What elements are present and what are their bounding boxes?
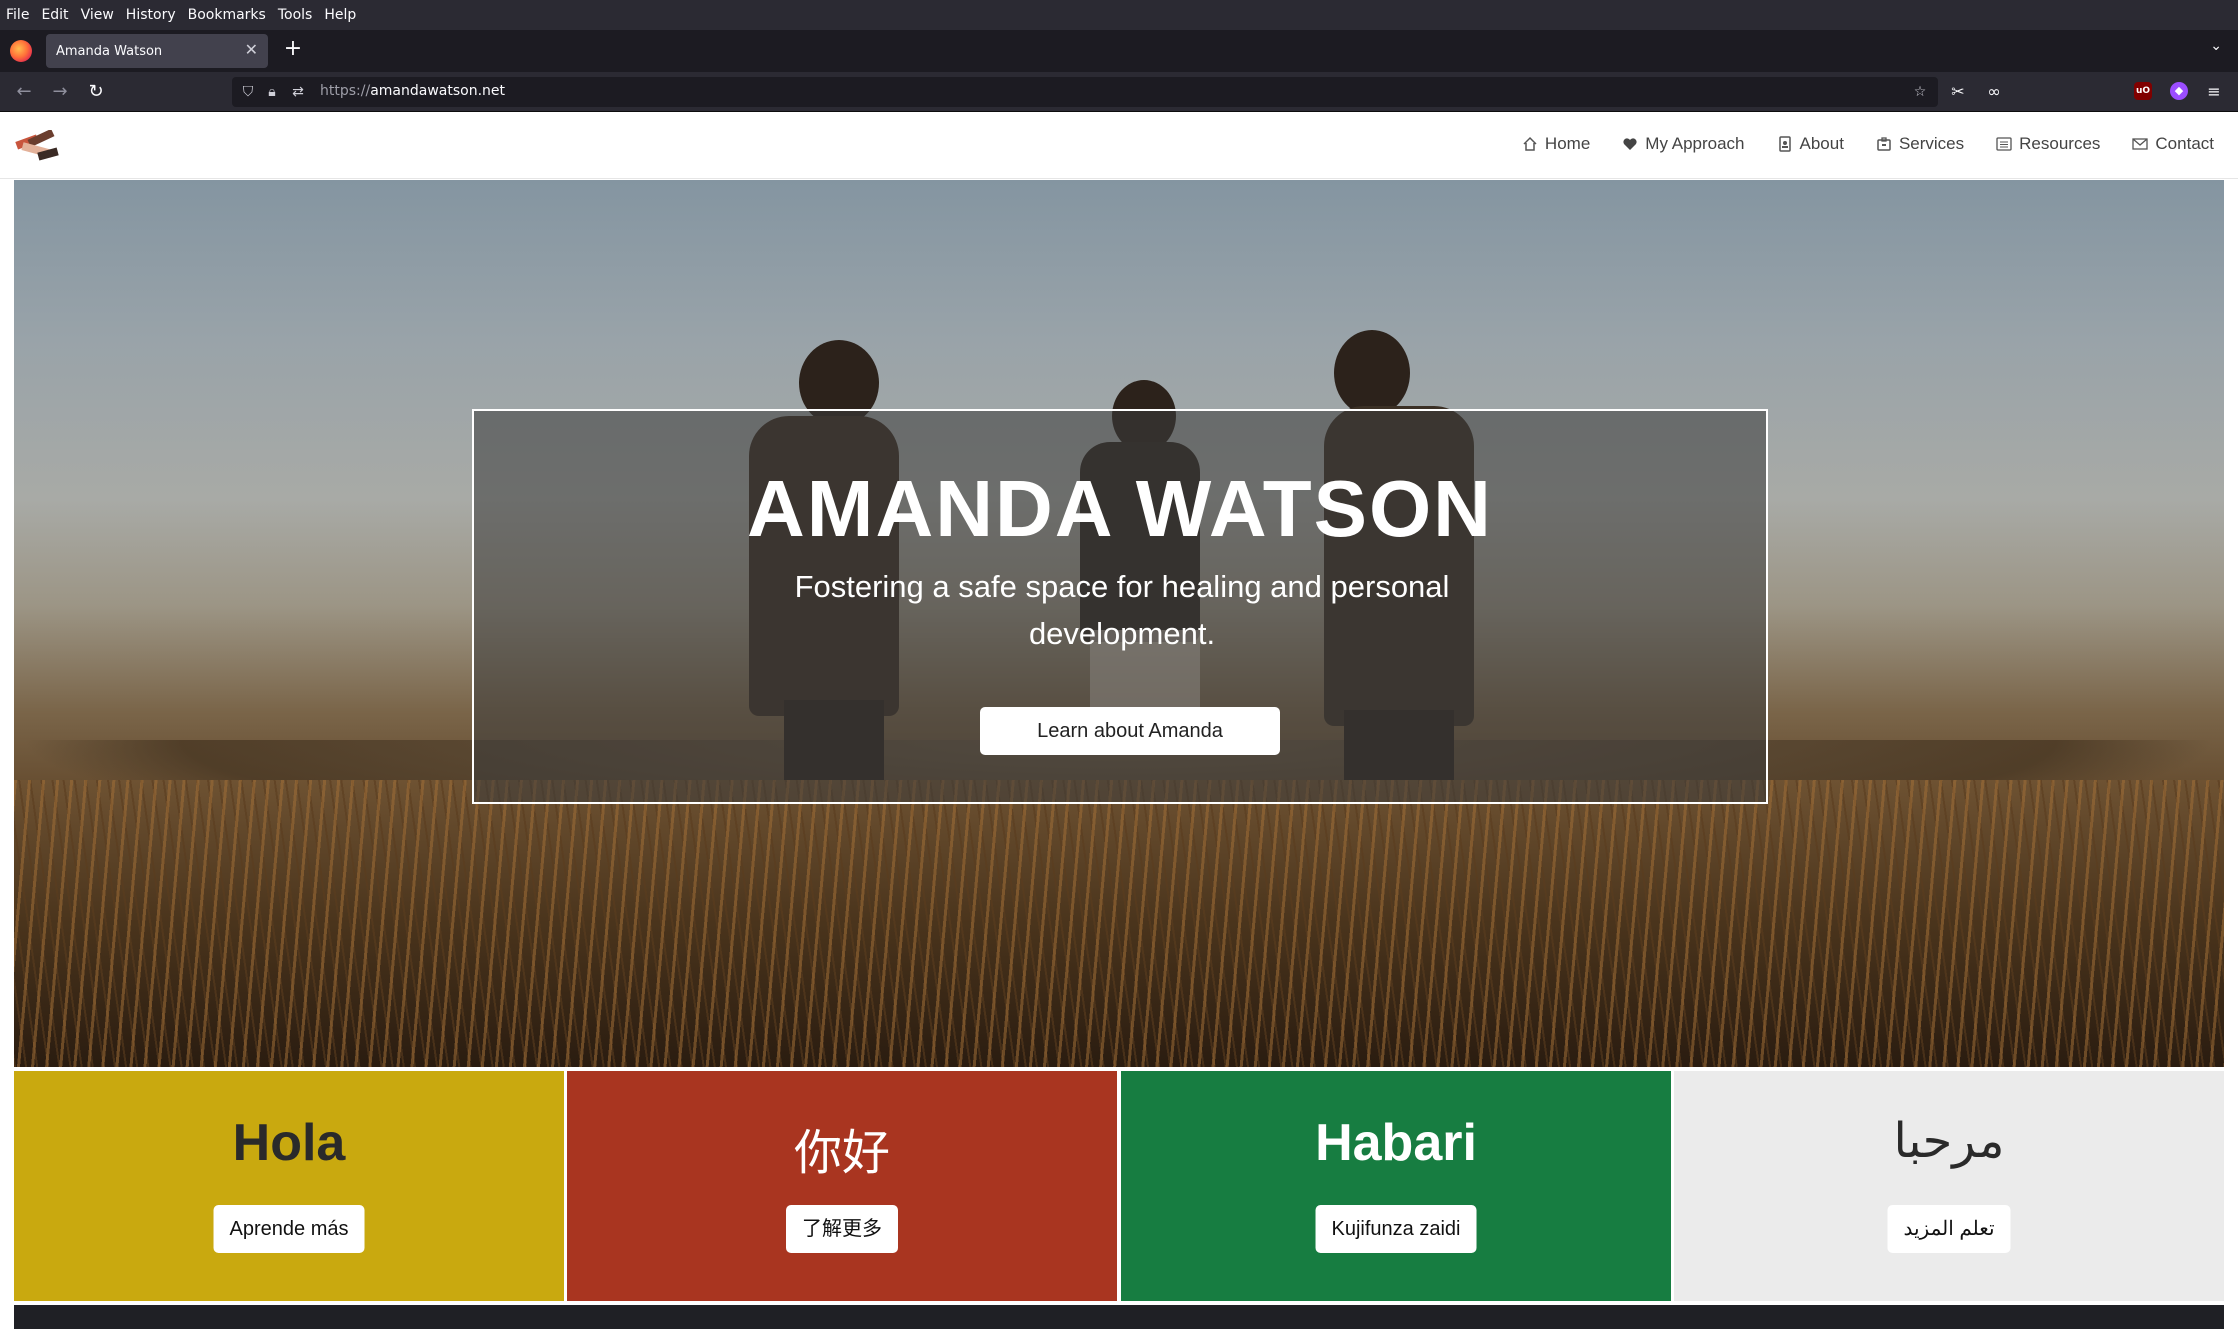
tab-strip xyxy=(0,30,2238,72)
tile-swahili-button[interactable]: Kujifunza zaidi xyxy=(1315,1205,1477,1253)
list-icon xyxy=(1996,137,2012,151)
extension-infinity-icon[interactable]: ∞ xyxy=(1982,80,2006,104)
site-header: Home My Approach About Services Resource… xyxy=(0,112,2238,179)
tile-arabic-button[interactable]: تعلم المزيد xyxy=(1887,1205,2011,1253)
tab-amanda-watson[interactable]: Amanda Watson ✕ xyxy=(46,34,268,68)
new-tab-icon[interactable]: + xyxy=(280,36,306,62)
url-protocol: https:// xyxy=(320,83,371,99)
grass-foreground xyxy=(14,780,2224,1067)
home-icon xyxy=(1523,136,1537,151)
tile-spanish-button[interactable]: Aprende más xyxy=(213,1205,365,1253)
nav-home[interactable]: Home xyxy=(1522,134,1590,154)
hamburger-menu-icon[interactable]: ≡ xyxy=(2202,80,2226,104)
hero-card: AMANDA WATSON Fostering a safe space for… xyxy=(472,409,1768,804)
learn-about-amanda-button[interactable]: Learn about Amanda xyxy=(980,707,1280,755)
hero-subtitle: Fostering a safe space for healing and p… xyxy=(794,569,1450,651)
site-nav: Home My Approach About Services Resource… xyxy=(1522,134,2214,154)
briefcase-icon xyxy=(1877,137,1891,151)
shield-icon[interactable]: ⛉ xyxy=(238,82,258,102)
menu-file[interactable]: File xyxy=(6,7,29,23)
firefox-logo-icon[interactable] xyxy=(10,40,32,62)
nav-contact-label: Contact xyxy=(2155,134,2214,153)
tile-spanish-title: Hola xyxy=(232,1114,346,1172)
person-right-head xyxy=(1334,330,1410,416)
heart-icon xyxy=(1623,138,1637,150)
list-tabs-icon[interactable]: ⌄ xyxy=(2210,38,2222,54)
nav-my-approach[interactable]: My Approach xyxy=(1622,134,1745,154)
menu-help[interactable]: Help xyxy=(324,7,356,23)
tile-chinese-button[interactable]: 了解更多 xyxy=(786,1205,898,1253)
nav-home-label: Home xyxy=(1544,134,1591,153)
nav-resources[interactable]: Resources xyxy=(1996,134,2100,154)
nav-services[interactable]: Services xyxy=(1876,134,1964,154)
nav-resources-label: Resources xyxy=(2019,134,2101,153)
menu-bookmarks[interactable]: Bookmarks xyxy=(188,7,266,23)
forward-arrow-icon[interactable]: → xyxy=(48,80,72,104)
site-logo[interactable] xyxy=(14,130,62,164)
tile-spanish: Hola Aprende más xyxy=(14,1071,564,1301)
menu-edit[interactable]: Edit xyxy=(41,7,68,23)
menu-history[interactable]: History xyxy=(126,7,176,23)
permissions-icon[interactable]: ⇄ xyxy=(288,82,308,102)
tile-chinese-title: 你好 xyxy=(793,1125,890,1181)
tile-arabic: مرحبا تعلم المزيد xyxy=(1674,1071,2224,1301)
envelope-icon xyxy=(2132,138,2149,150)
url-host: amandawatson.net xyxy=(370,83,505,99)
lock-icon[interactable]: 🔒︎ xyxy=(262,82,282,102)
back-arrow-icon[interactable]: ← xyxy=(12,80,36,104)
footer-bar xyxy=(14,1305,2224,1329)
menu-view[interactable]: View xyxy=(81,7,114,23)
nav-about[interactable]: About xyxy=(1777,134,1844,154)
tile-swahili: Habari Kujifunza zaidi xyxy=(1121,1071,1671,1301)
ublock-origin-icon[interactable]: uO xyxy=(2134,82,2152,100)
bookmark-star-icon[interactable]: ☆ xyxy=(1910,82,1930,102)
hero-title: AMANDA WATSON xyxy=(747,464,1493,553)
tile-chinese: 你好 了解更多 xyxy=(567,1071,1117,1301)
menu-tools[interactable]: Tools xyxy=(278,7,313,23)
nav-services-label: Services xyxy=(1898,134,1965,153)
close-tab-icon[interactable]: ✕ xyxy=(245,40,258,59)
id-badge-icon xyxy=(1778,136,1791,152)
tile-arabic-title: مرحبا xyxy=(1893,1113,2005,1169)
tab-title: Amanda Watson xyxy=(56,43,163,59)
hero-section: AMANDA WATSON Fostering a safe space for… xyxy=(14,180,2224,1067)
nav-about-label: About xyxy=(1799,134,1844,153)
tile-swahili-title: Habari xyxy=(1315,1114,1477,1172)
menu-bar: File Edit View History Bookmarks Tools H… xyxy=(0,0,2238,30)
extension-puzzle-icon[interactable]: ◆ xyxy=(2170,82,2188,100)
nav-contact[interactable]: Contact xyxy=(2132,134,2214,154)
url-text[interactable]: https://amandawatson.net xyxy=(320,83,505,99)
nav-my-approach-label: My Approach xyxy=(1645,134,1745,153)
navigation-toolbar: ← → ↻ ⛉ 🔒︎ ⇄ https://amandawatson.net ☆ … xyxy=(0,72,2238,112)
url-bar[interactable]: ⛉ 🔒︎ ⇄ https://amandawatson.net ☆ xyxy=(232,77,1938,107)
screenshot-icon[interactable]: ✂ xyxy=(1946,80,1970,104)
reload-icon[interactable]: ↻ xyxy=(84,80,108,104)
